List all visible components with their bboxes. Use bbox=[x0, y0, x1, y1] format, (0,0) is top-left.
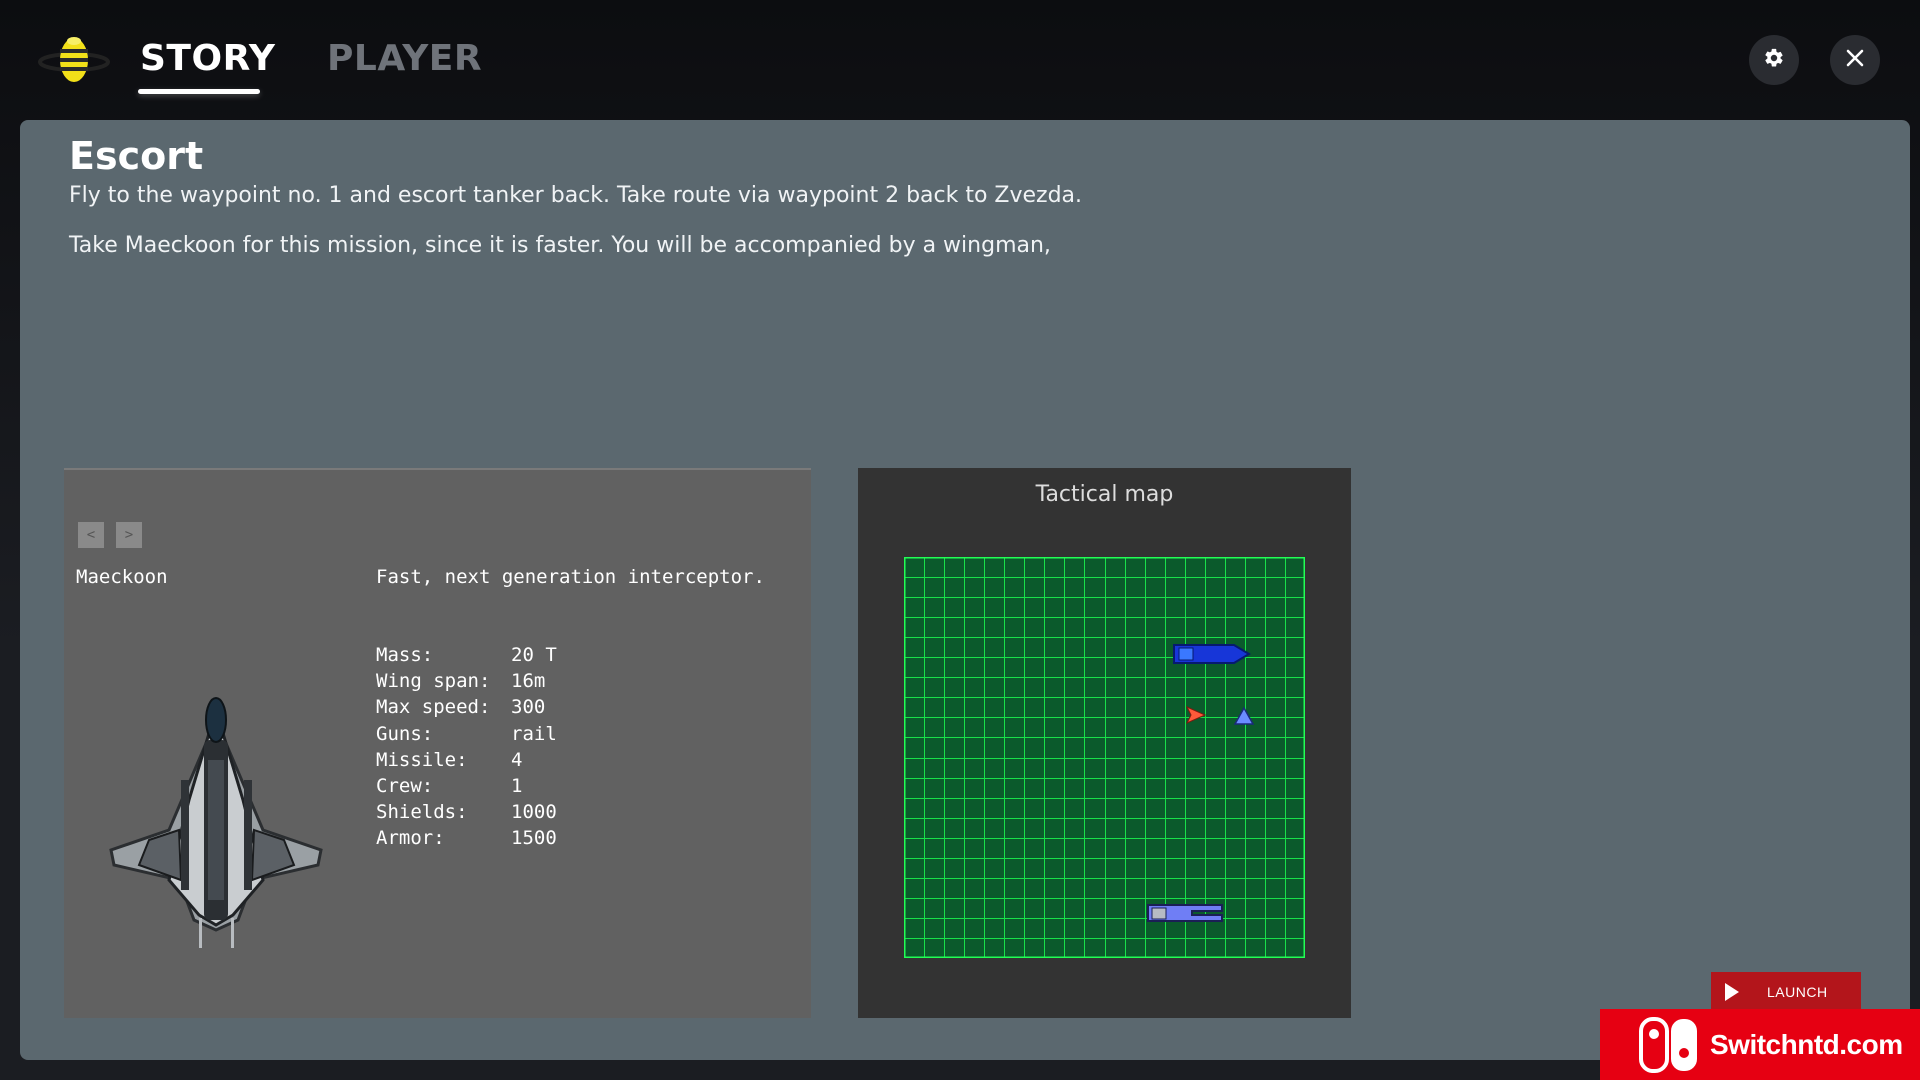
stat-label: Max speed: bbox=[376, 696, 491, 719]
close-icon bbox=[1845, 48, 1865, 73]
mission-briefing-line: Take Maeckoon for this mission, since it… bbox=[69, 233, 1051, 258]
ship-info-panel: < > Maeckoon Fast, next generation inter… bbox=[64, 468, 811, 1018]
launch-label: LAUNCH bbox=[1767, 984, 1828, 1000]
stat-row: Guns: rail bbox=[376, 723, 557, 749]
bee-logo-icon bbox=[38, 32, 110, 86]
stat-label: Wing span: bbox=[376, 670, 491, 693]
ship-description: Fast, next generation interceptor. bbox=[376, 566, 765, 588]
stat-row: Max speed: 300 bbox=[376, 696, 557, 722]
stat-row: Missile: 4 bbox=[376, 749, 557, 775]
stat-row: Armor: 1500 bbox=[376, 827, 557, 853]
watermark-text: Switchntd.com bbox=[1710, 1028, 1903, 1060]
ship-name: Maeckoon bbox=[76, 566, 168, 588]
stat-label: Shields: bbox=[376, 801, 468, 824]
stat-value: 1500 bbox=[511, 827, 557, 850]
tab-story[interactable]: STORY bbox=[140, 38, 275, 79]
tactical-map-title: Tactical map bbox=[1035, 482, 1174, 507]
watermark: Switchntd.com bbox=[1600, 1009, 1920, 1080]
stat-value: 4 bbox=[511, 748, 523, 771]
stat-label: Armor: bbox=[376, 827, 445, 850]
prev-ship-button[interactable]: < bbox=[78, 522, 104, 548]
stat-label: Guns: bbox=[376, 722, 434, 745]
stat-label: Crew: bbox=[376, 774, 434, 797]
tanker-ship-icon bbox=[1173, 644, 1251, 664]
stat-label: Mass: bbox=[376, 644, 434, 666]
stat-value: 1 bbox=[511, 774, 523, 797]
tactical-map-grid[interactable] bbox=[903, 556, 1306, 959]
ship-image bbox=[109, 680, 324, 950]
settings-button[interactable] bbox=[1749, 35, 1799, 85]
close-button[interactable] bbox=[1830, 35, 1880, 85]
gear-icon bbox=[1763, 47, 1785, 74]
ship-stats: Mass: 20 T Wing span: 16m Max speed: 300 Gu… bbox=[376, 644, 557, 854]
play-icon bbox=[1725, 983, 1739, 1001]
stat-label: Missile: bbox=[376, 748, 468, 771]
stat-value: 16m bbox=[511, 670, 546, 693]
stat-row: Crew: 1 bbox=[376, 775, 557, 801]
stat-row: Wing span: 16m bbox=[376, 670, 557, 696]
mission-title: Escort bbox=[69, 134, 204, 178]
tab-player[interactable]: PLAYER bbox=[327, 38, 482, 79]
stat-value: 20 T bbox=[511, 644, 557, 666]
next-ship-button[interactable]: > bbox=[116, 522, 142, 548]
stat-value: rail bbox=[511, 722, 557, 745]
tactical-map-panel: Tactical map bbox=[858, 468, 1351, 1018]
mission-briefing-line: Fly to the waypoint no. 1 and escort tan… bbox=[69, 183, 1083, 208]
mission-panel: Escort Fly to the waypoint no. 1 and esc… bbox=[20, 120, 1910, 1060]
stat-row: Shields: 1000 bbox=[376, 801, 557, 827]
launch-button[interactable]: LAUNCH bbox=[1711, 972, 1861, 1012]
stat-value: 300 bbox=[511, 696, 546, 719]
stat-value: 1000 bbox=[511, 801, 557, 824]
active-tab-indicator bbox=[138, 89, 260, 94]
switch-logo-icon bbox=[1638, 1015, 1704, 1075]
stat-row: Mass: 20 T bbox=[376, 644, 557, 670]
